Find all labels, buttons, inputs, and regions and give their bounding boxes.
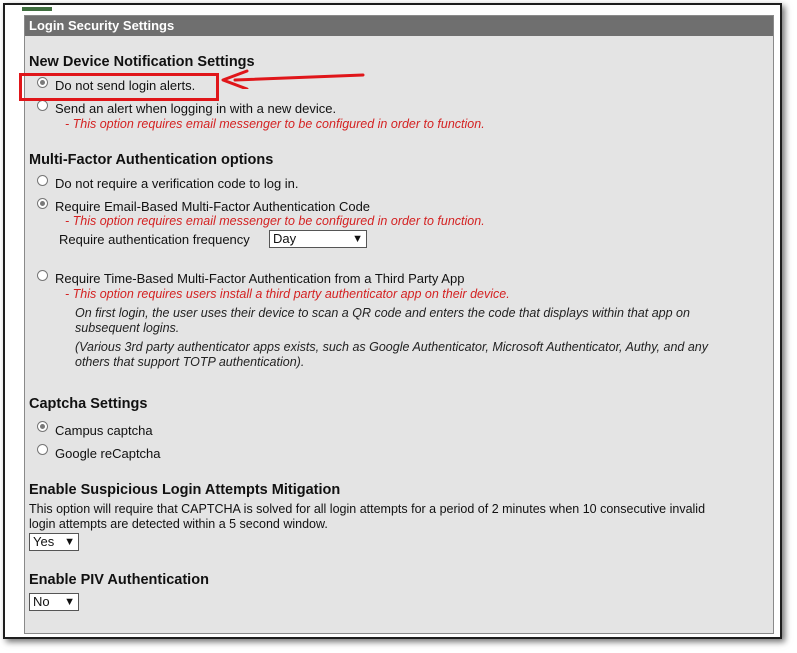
email-messenger-warning: - This option requires email messenger t… xyxy=(65,117,485,131)
screenshot-frame: Login Security Settings New Device Notif… xyxy=(3,3,782,639)
radio-mfa-totp[interactable] xyxy=(37,270,48,281)
totp-examples-line-1: (Various 3rd party authenticator apps ex… xyxy=(75,340,708,354)
radio-send-alert-new-device[interactable] xyxy=(37,100,48,111)
totp-note-line-1: On first login, the user uses their devi… xyxy=(75,306,690,320)
chevron-down-icon: ▼ xyxy=(64,596,75,608)
frequency-select-value: Day xyxy=(273,231,297,246)
radio-label-campus-captcha: Campus captcha xyxy=(55,423,153,438)
frequency-select[interactable]: Day ▼ xyxy=(269,230,367,248)
suspicious-login-title: Enable Suspicious Login Attempts Mitigat… xyxy=(29,482,341,498)
login-security-panel: Login Security Settings New Device Notif… xyxy=(24,15,774,634)
totp-note-line-2: subsequent logins. xyxy=(75,321,180,335)
suspicious-login-select-value: Yes xyxy=(33,534,55,549)
radio-label-send-alert: Send an alert when logging in with a new… xyxy=(55,101,337,116)
annotation-arrow-icon xyxy=(221,69,365,89)
totp-examples-line-2: others that support TOTP authentication)… xyxy=(75,355,305,369)
radio-campus-captcha[interactable] xyxy=(37,421,48,432)
piv-title: Enable PIV Authentication xyxy=(29,572,209,588)
totp-warning: - This option requires users install a t… xyxy=(65,287,510,301)
chevron-down-icon: ▼ xyxy=(352,233,363,245)
suspicious-login-description-2: login attempts are detected within a 5 s… xyxy=(29,517,328,531)
mfa-email-warning: - This option requires email messenger t… xyxy=(65,214,485,228)
frequency-label: Require authentication frequency xyxy=(59,232,250,247)
radio-label-mfa-totp: Require Time-Based Multi-Factor Authenti… xyxy=(55,271,465,286)
suspicious-login-description-1: This option will require that CAPTCHA is… xyxy=(29,502,706,516)
radio-mfa-email[interactable] xyxy=(37,198,48,209)
suspicious-login-select[interactable]: Yes ▼ xyxy=(29,533,79,551)
radio-label-mfa-email: Require Email-Based Multi-Factor Authent… xyxy=(55,199,371,214)
radio-google-recaptcha[interactable] xyxy=(37,444,48,455)
mfa-title: Multi-Factor Authentication options xyxy=(29,152,274,168)
tab-indicator xyxy=(22,7,52,11)
radio-label-google-recaptcha: Google reCaptcha xyxy=(55,446,161,461)
radio-mfa-none[interactable] xyxy=(37,175,48,186)
captcha-title: Captcha Settings xyxy=(29,396,148,412)
piv-select[interactable]: No ▼ xyxy=(29,593,79,611)
chevron-down-icon: ▼ xyxy=(64,536,75,548)
piv-select-value: No xyxy=(33,594,50,609)
panel-title: Login Security Settings xyxy=(25,16,773,36)
highlight-box xyxy=(19,73,219,101)
radio-label-mfa-none: Do not require a verification code to lo… xyxy=(55,176,299,191)
